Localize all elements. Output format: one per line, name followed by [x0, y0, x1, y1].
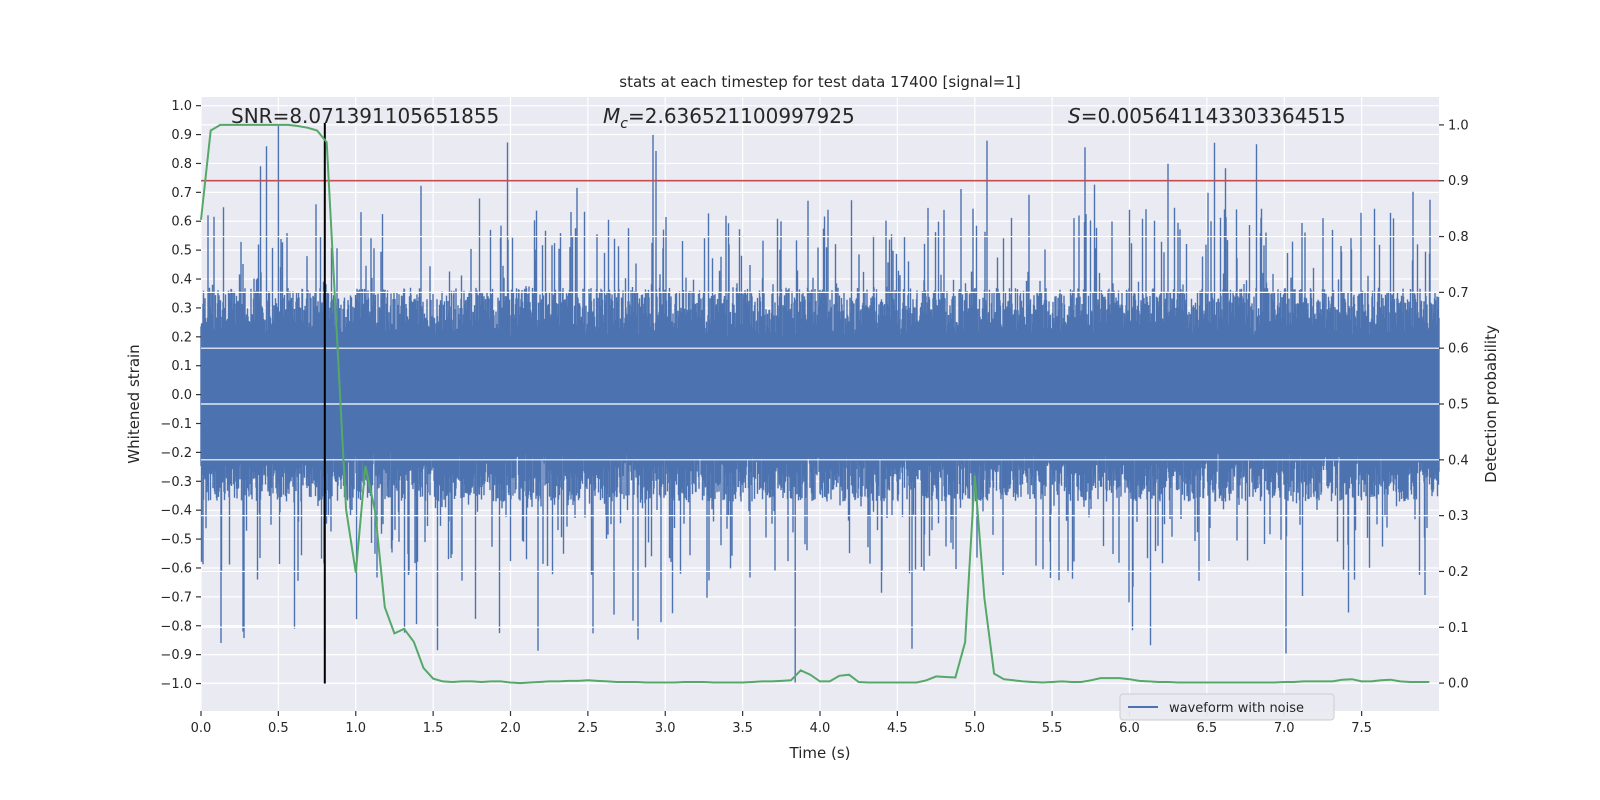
snr-annotation: SNR=8.071391105651855 [231, 104, 499, 128]
y-tick-label-left: −0.5 [160, 533, 192, 548]
y-tick-label-left: −1.0 [160, 677, 192, 692]
y-tick-label-right: 0.5 [1448, 398, 1469, 413]
x-tick-label: 3.5 [732, 721, 753, 736]
y-tick-label-left: −0.3 [160, 475, 192, 490]
y-tick-label-right: 0.6 [1448, 342, 1469, 357]
y-tick-label-left: −0.6 [160, 561, 192, 576]
x-tick-label: 5.0 [964, 721, 985, 736]
x-tick-label: 0.0 [191, 721, 212, 736]
y-axis-label-right: Detection probability [1482, 325, 1500, 483]
x-tick-label: 6.0 [1119, 721, 1140, 736]
x-tick-label: 2.5 [578, 721, 599, 736]
chart-title: stats at each timestep for test data 174… [619, 73, 1020, 91]
x-axis-label: Time (s) [789, 744, 851, 762]
y-tick-label-left: −0.7 [160, 590, 192, 605]
x-tick-label: 0.5 [268, 721, 289, 736]
y-tick-label-left: −0.8 [160, 619, 192, 634]
y-tick-label-right: 0.1 [1448, 621, 1469, 636]
y-tick-label-left: −0.4 [160, 504, 192, 519]
y-tick-label-left: 0.6 [171, 215, 192, 230]
y-tick-label-right: 0.4 [1448, 453, 1469, 468]
x-tick-label: 7.0 [1274, 721, 1295, 736]
chart: 0.0 0.5 1.0 1.5 2.0 2.5 3.0 3.5 4.0 4.5 5.0 5.5 6.0 6… [125, 73, 1500, 762]
y-tick-label-right: 0.2 [1448, 565, 1469, 580]
x-tick-label: 1.5 [423, 721, 444, 736]
y-tick-label-right: 0.0 [1448, 677, 1469, 692]
legend: waveform with noise [1119, 693, 1335, 721]
y-tick-label-left: 1.0 [171, 99, 192, 114]
y-axis-label-left: Whitened strain [125, 344, 143, 463]
y-tick-label-left: 0.7 [171, 186, 192, 201]
y-tick-label-left: 0.4 [171, 273, 192, 288]
legend-label-waveform: waveform with noise [1169, 701, 1304, 716]
y-tick-label-right: 0.9 [1448, 174, 1469, 189]
x-tick-label: 1.0 [345, 721, 366, 736]
y-tick-label-left: 0.8 [171, 157, 192, 172]
y-tick-label-left: 0.9 [171, 128, 192, 143]
x-tick-label: 4.5 [887, 721, 908, 736]
x-tick-label: 6.5 [1197, 721, 1218, 736]
x-tick-label: 4.0 [810, 721, 831, 736]
y-tick-label-left: −0.1 [160, 417, 192, 432]
y-tick-label-right: 0.3 [1448, 509, 1469, 524]
s-annotation: S=0.005641143303364515 [1068, 104, 1346, 128]
x-tick-label: 5.5 [1042, 721, 1063, 736]
y-tick-label-left: 0.5 [171, 244, 192, 259]
y-tick-label-left: −0.2 [160, 446, 192, 461]
y-tick-label-right: 0.8 [1448, 230, 1469, 245]
y-tick-label-left: 0.2 [171, 330, 192, 345]
chirp-mass-annotation: Mc=2.636521100997925 [603, 104, 855, 132]
y-tick-label-right: 0.7 [1448, 286, 1469, 301]
x-tick-label: 3.0 [655, 721, 676, 736]
x-tick-label: 2.0 [500, 721, 521, 736]
x-tick-label: 7.5 [1351, 721, 1372, 736]
y-tick-label-right: 1.0 [1448, 118, 1469, 133]
y-tick-label-left: 0.0 [171, 388, 192, 403]
y-tick-label-left: 0.3 [171, 301, 192, 316]
y-tick-label-left: −0.9 [160, 648, 192, 663]
y-tick-label-left: 0.1 [171, 359, 192, 374]
